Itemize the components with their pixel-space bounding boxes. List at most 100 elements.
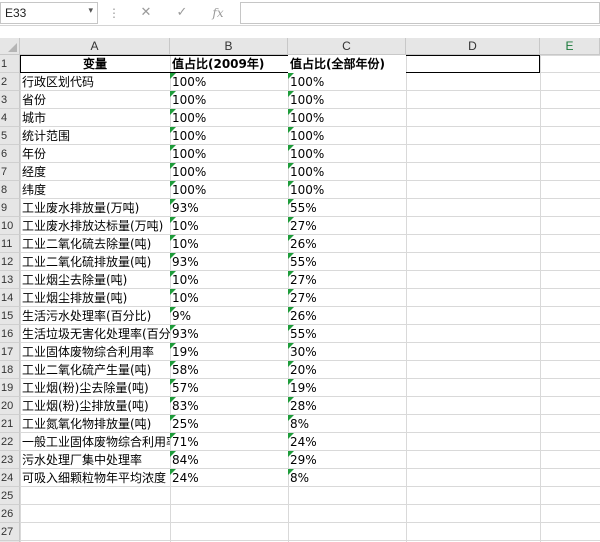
cell-c7[interactable]: 100% [288,163,406,181]
cell-a18[interactable]: 工业二氧化硫产生量(吨) [20,361,170,379]
cell-a15[interactable]: 生活污水处理率(百分比) [20,307,170,325]
name-box[interactable]: E33 ▾ [0,2,98,24]
row-header-2[interactable]: 2 [0,73,20,91]
row-header-8[interactable]: 8 [0,181,20,199]
cell-c5[interactable]: 100% [288,127,406,145]
row-header-25[interactable]: 25 [0,487,20,505]
row-header-7[interactable]: 7 [0,163,20,181]
row-header-14[interactable]: 14 [0,289,20,307]
select-all-button[interactable] [0,38,20,55]
cell-c16[interactable]: 55% [288,325,406,343]
column-header-c[interactable]: C [288,38,406,55]
row-header-13[interactable]: 13 [0,271,20,289]
confirm-icon[interactable]: ✓ [172,3,192,23]
row-header-15[interactable]: 15 [0,307,20,325]
cell-a11[interactable]: 工业二氧化硫去除量(吨) [20,235,170,253]
cell-a12[interactable]: 工业二氧化硫排放量(吨) [20,253,170,271]
sheet-grid[interactable]: 变量 值占比(2009年) 值占比(全部年份) 行政区划代码 100% 100% 省份… [20,55,600,542]
more-options-icon[interactable]: ⋮ [108,5,120,21]
cell-b3[interactable]: 100% [170,91,288,109]
cell-b4[interactable]: 100% [170,109,288,127]
cell-c17[interactable]: 30% [288,343,406,361]
cell-a4[interactable]: 城市 [20,109,170,127]
cell-c3[interactable]: 100% [288,91,406,109]
row-header-27[interactable]: 27 [0,523,20,541]
cell-a19[interactable]: 工业烟(粉)尘去除量(吨) [20,379,170,397]
cell-c18[interactable]: 20% [288,361,406,379]
cell-c24[interactable]: 8% [288,469,406,487]
cell-b16[interactable]: 93% [170,325,288,343]
row-header-17[interactable]: 17 [0,343,20,361]
cell-c21[interactable]: 8% [288,415,406,433]
cell-a10[interactable]: 工业废水排放达标量(万吨) [20,217,170,235]
cell-b18[interactable]: 58% [170,361,288,379]
cell-a8[interactable]: 纬度 [20,181,170,199]
cell-c4[interactable]: 100% [288,109,406,127]
cell-a22[interactable]: 一般工业固体废物综合利用率 [20,433,170,451]
cell-c11[interactable]: 26% [288,235,406,253]
cell-c23[interactable]: 29% [288,451,406,469]
cell-a6[interactable]: 年份 [20,145,170,163]
row-header-16[interactable]: 16 [0,325,20,343]
cell-b14[interactable]: 10% [170,289,288,307]
column-header-b[interactable]: B [170,38,288,55]
row-header-26[interactable]: 26 [0,505,20,523]
cell-a9[interactable]: 工业废水排放量(万吨) [20,199,170,217]
row-header-10[interactable]: 10 [0,217,20,235]
cell-b7[interactable]: 100% [170,163,288,181]
cell-b19[interactable]: 57% [170,379,288,397]
cell-c20[interactable]: 28% [288,397,406,415]
cell-a5[interactable]: 统计范围 [20,127,170,145]
cell-b11[interactable]: 10% [170,235,288,253]
cell-c15[interactable]: 26% [288,307,406,325]
cell-a3[interactable]: 省份 [20,91,170,109]
cell-a20[interactable]: 工业烟(粉)尘排放量(吨) [20,397,170,415]
cell-c12[interactable]: 55% [288,253,406,271]
cell-c1[interactable]: 值占比(全部年份) [288,55,406,73]
row-header-23[interactable]: 23 [0,451,20,469]
cell-b10[interactable]: 10% [170,217,288,235]
row-header-12[interactable]: 12 [0,253,20,271]
cell-a2[interactable]: 行政区划代码 [20,73,170,91]
cell-c14[interactable]: 27% [288,289,406,307]
cell-b21[interactable]: 25% [170,415,288,433]
cell-b24[interactable]: 24% [170,469,288,487]
row-header-5[interactable]: 5 [0,127,20,145]
cell-a14[interactable]: 工业烟尘排放量(吨) [20,289,170,307]
cell-a24[interactable]: 可吸入细颗粒物年平均浓度 [20,469,170,487]
cell-b20[interactable]: 83% [170,397,288,415]
cell-c19[interactable]: 19% [288,379,406,397]
cell-c10[interactable]: 27% [288,217,406,235]
row-header-11[interactable]: 11 [0,235,20,253]
row-header-22[interactable]: 22 [0,433,20,451]
row-header-20[interactable]: 20 [0,397,20,415]
cell-b22[interactable]: 71% [170,433,288,451]
row-header-18[interactable]: 18 [0,361,20,379]
cell-b5[interactable]: 100% [170,127,288,145]
cell-a21[interactable]: 工业氮氧化物排放量(吨) [20,415,170,433]
column-header-a[interactable]: A [20,38,170,55]
cell-c6[interactable]: 100% [288,145,406,163]
cell-b12[interactable]: 93% [170,253,288,271]
chevron-down-icon[interactable]: ▾ [88,6,93,16]
cell-b23[interactable]: 84% [170,451,288,469]
cell-a23[interactable]: 污水处理厂集中处理率 [20,451,170,469]
insert-function-icon[interactable]: fx [208,3,228,23]
cell-a1[interactable]: 变量 [20,55,170,73]
cell-a13[interactable]: 工业烟尘去除量(吨) [20,271,170,289]
cell-b17[interactable]: 19% [170,343,288,361]
cell-b6[interactable]: 100% [170,145,288,163]
cell-a17[interactable]: 工业固体废物综合利用率 [20,343,170,361]
formula-input[interactable] [240,2,600,24]
row-header-3[interactable]: 3 [0,91,20,109]
row-header-19[interactable]: 19 [0,379,20,397]
row-header-4[interactable]: 4 [0,109,20,127]
cell-a7[interactable]: 经度 [20,163,170,181]
column-header-d[interactable]: D [406,38,540,55]
cell-b13[interactable]: 10% [170,271,288,289]
cell-c9[interactable]: 55% [288,199,406,217]
cell-c8[interactable]: 100% [288,181,406,199]
row-header-1[interactable]: 1 [0,55,20,73]
cell-b8[interactable]: 100% [170,181,288,199]
column-header-e[interactable]: E [540,38,600,55]
